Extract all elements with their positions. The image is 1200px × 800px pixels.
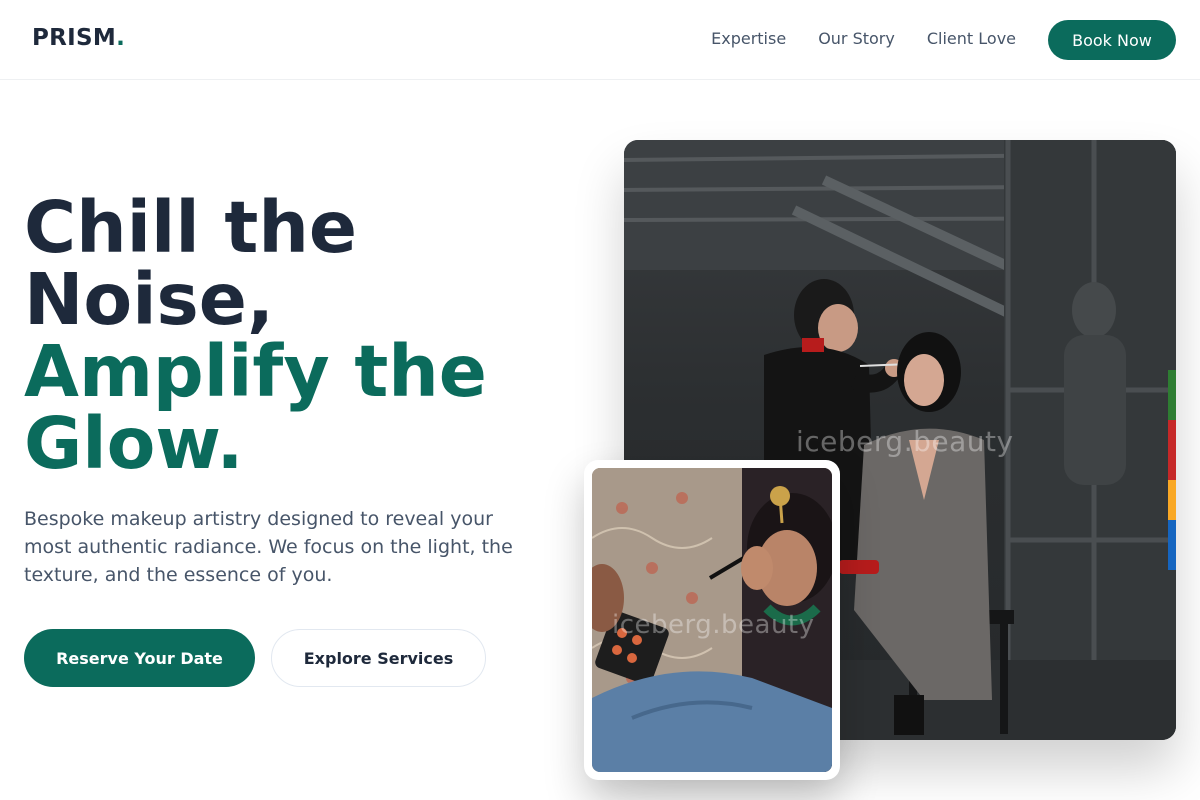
- inset-photo-watermark: iceberg.beauty: [612, 610, 815, 640]
- hero-headline-accent-line-2: Glow.: [24, 402, 244, 485]
- nav-link-our-story[interactable]: Our Story: [818, 29, 895, 48]
- nav-links: Expertise Our Story Client Love: [711, 29, 1016, 48]
- top-navigation: PRISM. Expertise Our Story Client Love B…: [0, 0, 1200, 80]
- hero-lead-paragraph: Bespoke makeup artistry designed to reve…: [24, 508, 513, 586]
- hero-headline-line-1: Chill the: [24, 186, 358, 269]
- nav-link-client-love[interactable]: Client Love: [927, 29, 1016, 48]
- hero-headline-line-2: Noise,: [24, 258, 274, 341]
- hero-headline: Chill the Noise, Amplify the Glow.: [24, 192, 584, 480]
- main-photo-watermark: iceberg.beauty: [796, 425, 1014, 458]
- hero-inset-photo-card: iceberg.beauty: [584, 460, 840, 780]
- hero-inset-photo: iceberg.beauty: [592, 468, 832, 772]
- book-now-button[interactable]: Book Now: [1048, 20, 1176, 60]
- brand-logo-dot: .: [116, 25, 126, 51]
- nav-link-expertise[interactable]: Expertise: [711, 29, 786, 48]
- brand-logo[interactable]: PRISM.: [32, 25, 125, 51]
- explore-services-button[interactable]: Explore Services: [271, 629, 486, 687]
- brand-logo-text: PRISM: [32, 25, 117, 51]
- hero-headline-accent-line-1: Amplify the: [24, 330, 487, 413]
- reserve-date-button[interactable]: Reserve Your Date: [24, 629, 255, 687]
